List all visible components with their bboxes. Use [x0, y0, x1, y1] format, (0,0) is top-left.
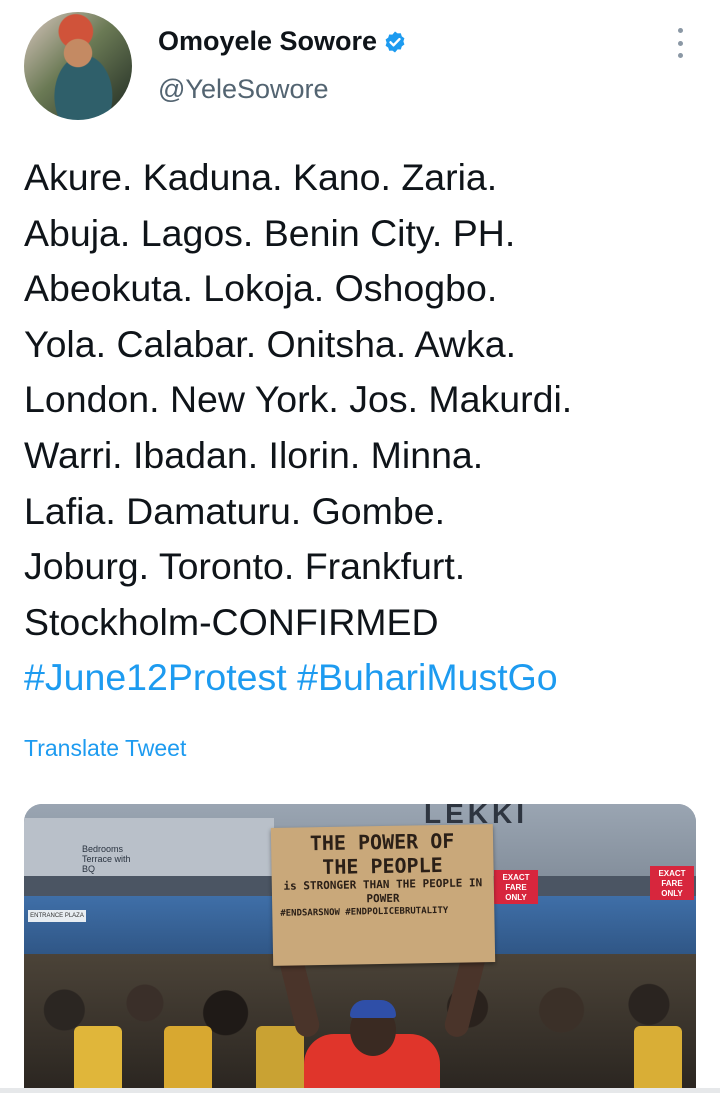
- crowd-vest: [634, 1026, 682, 1093]
- tweet-line: Joburg. Toronto. Frankfurt.: [24, 545, 466, 588]
- sign-line: is STRONGER THAN THE PEOPLE IN POWER: [283, 876, 483, 906]
- hashtag-link[interactable]: #June12Protest: [24, 656, 287, 698]
- more-options-icon[interactable]: [668, 28, 692, 58]
- crowd-vest: [256, 1026, 304, 1093]
- tweet-line: Lafia. Damaturu. Gombe.: [24, 489, 446, 532]
- billboard-text: Bedrooms Terrace with BQ: [82, 844, 131, 874]
- tweet-text: Akure. Kaduna. Kano. Zaria. Abuja. Lagos…: [24, 150, 704, 706]
- sign-line: #ENDSARSNOW #ENDPOLICEBRUTALITY: [280, 905, 449, 919]
- protester-cap: [350, 1000, 396, 1018]
- tweet-line: Akure. Kaduna. Kano. Zaria.: [24, 156, 498, 198]
- author-name-row[interactable]: Omoyele Sowore: [158, 26, 407, 57]
- tweet-line: Yola. Calabar. Onitsha. Awka.: [24, 322, 516, 365]
- protest-sign-text: THE POWER OF THE PEOPLE is STRONGER THAN…: [271, 828, 495, 920]
- fare-sign: EXACT FARE ONLY: [494, 870, 538, 904]
- crowd-vest: [74, 1026, 122, 1093]
- hashtag-line: #June12Protest #BuhariMustGo: [24, 650, 704, 706]
- more-dot: [677, 28, 683, 33]
- crowd-vest: [164, 1026, 212, 1093]
- protest-sign: THE POWER OF THE PEOPLE is STRONGER THAN…: [270, 824, 496, 966]
- tweet-line: Abeokuta. Lokoja. Oshogbo.: [24, 267, 498, 310]
- tweet-line: Abuja. Lagos. Benin City. PH.: [24, 211, 516, 254]
- verified-badge-icon: [385, 31, 405, 52]
- tweet-line: Stockholm-CONFIRMED: [24, 600, 439, 643]
- plaza-sign: ENTRANCE PLAZA: [28, 910, 86, 922]
- translate-tweet-link[interactable]: Translate Tweet: [24, 735, 186, 762]
- author-name[interactable]: Omoyele Sowore: [158, 26, 377, 57]
- photo-billboard: [24, 818, 274, 876]
- author-handle[interactable]: @YeleSowore: [158, 74, 329, 105]
- more-dot: [677, 53, 683, 58]
- avatar[interactable]: [24, 12, 132, 120]
- tweet-line: London. New York. Jos. Makurdi.: [24, 378, 573, 421]
- fare-sign: EXACT FARE ONLY: [650, 866, 694, 900]
- tweet-photo[interactable]: Bedrooms Terrace with BQ LEKKI ENTRANCE …: [24, 804, 696, 1093]
- more-dot: [677, 40, 683, 46]
- tweet-line: Warri. Ibadan. Ilorin. Minna.: [24, 433, 484, 476]
- hashtag-link[interactable]: #BuhariMustGo: [297, 656, 558, 698]
- divider: [0, 1088, 720, 1093]
